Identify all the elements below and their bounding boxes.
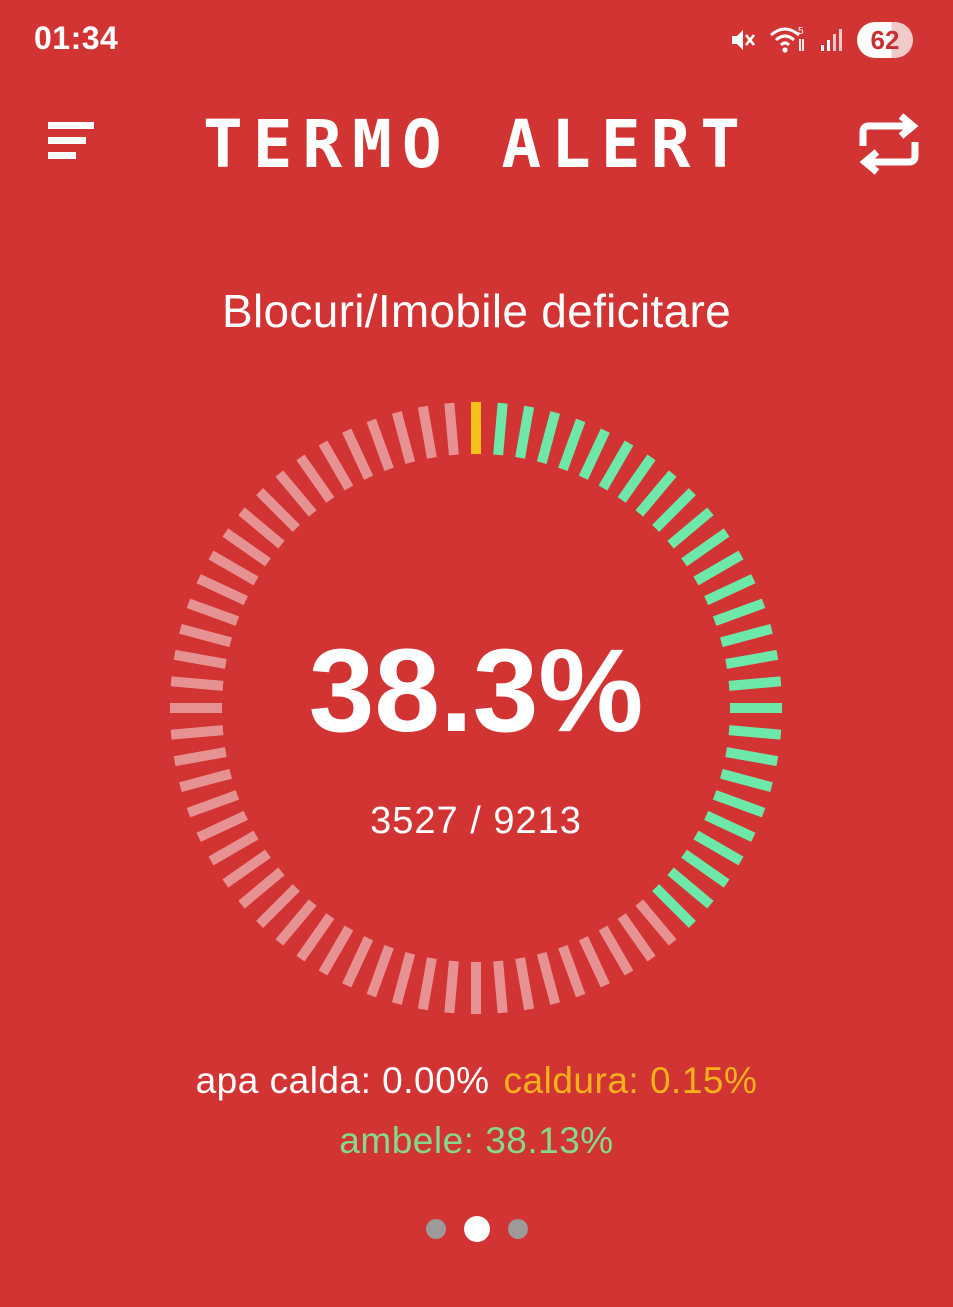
gauge-tick-inactive	[417, 957, 437, 1011]
gauge-tick-inactive	[598, 925, 634, 976]
battery-icon: 62	[857, 22, 913, 58]
gauge-tick-active	[515, 405, 535, 459]
gauge-tick-active	[598, 440, 634, 491]
gauge-tick-inactive	[617, 913, 656, 962]
gauge-tick-inactive	[493, 960, 508, 1014]
screen: 01:34 5 62 TERMO ALERT Blocuri/Imobile d…	[0, 0, 953, 1307]
gauge-tick-active	[667, 507, 714, 549]
gauge-percent: 38.3%	[308, 625, 644, 757]
page-indicator	[0, 1216, 953, 1242]
gauge-tick-inactive	[318, 925, 354, 976]
stat-both: ambele: 38.13%	[339, 1120, 614, 1161]
gauge-tick-active	[617, 454, 656, 503]
stats-line-2: ambele: 38.13%	[0, 1120, 953, 1162]
status-bar: 01:34 5 62	[0, 0, 953, 80]
gauge-tick-active	[693, 550, 744, 586]
gauge-tick-inactive	[391, 411, 416, 464]
gauge-tick-active	[536, 411, 561, 464]
gauge-tick-inactive	[275, 899, 317, 946]
page-dot[interactable]	[425, 1219, 446, 1239]
gauge-tick-inactive	[444, 402, 459, 456]
stat-heating: caldura: 0.15%	[503, 1060, 758, 1101]
gauge-tick-inactive	[296, 454, 335, 503]
wifi-icon: 5	[769, 25, 807, 55]
gauge-tick-inactive	[391, 952, 416, 1005]
stat-hot-water: apa calda: 0.00%	[195, 1060, 490, 1101]
stats-line-1: apa calda: 0.00% caldura: 0.15%	[0, 1060, 953, 1102]
gauge-tick-inactive	[238, 867, 285, 909]
section-title: Blocuri/Imobile deficitare	[222, 285, 731, 337]
app-bar: TERMO ALERT	[0, 100, 953, 190]
gauge-tick-inactive	[558, 944, 586, 998]
page-dot[interactable]	[507, 1219, 528, 1239]
gauge-tick-active	[635, 470, 677, 517]
gauge-tick-inactive	[318, 440, 354, 491]
progress-gauge: 38.3% 3527 / 9213	[166, 398, 786, 1018]
gauge-tick-inactive	[342, 936, 374, 988]
gauge-tick-inactive	[208, 550, 259, 586]
gauge-tick-inactive	[256, 884, 300, 928]
gauge-tick-active	[652, 884, 696, 928]
gauge-tick-inactive	[342, 428, 374, 480]
gauge-tick-inactive	[238, 507, 285, 549]
gauge-tick-inactive	[444, 960, 459, 1014]
svg-text:5: 5	[798, 26, 804, 37]
gauge-tick-active	[681, 849, 730, 888]
gauge-tick-active	[704, 574, 756, 606]
page-dot[interactable]	[463, 1216, 490, 1242]
gauge-tick-active	[493, 402, 508, 456]
gauge-tick-active	[652, 488, 696, 532]
mute-icon	[729, 26, 757, 54]
gauge-tick-active	[667, 867, 714, 909]
status-icons: 5 62	[729, 20, 913, 60]
gauge-tick-inactive	[186, 598, 240, 626]
refresh-icon[interactable]	[857, 110, 921, 178]
gauge-tick-inactive	[578, 936, 610, 988]
gauge-tick-inactive	[536, 952, 561, 1005]
gauge-tick-inactive	[296, 913, 335, 962]
gauge-tick-active	[558, 418, 586, 472]
gauge-tick-inactive	[417, 405, 437, 459]
gauge-tick-active	[578, 428, 610, 480]
gauge-tick-inactive	[515, 957, 535, 1011]
gauge-tick-inactive	[196, 574, 248, 606]
gauge-tick-inactive	[179, 768, 232, 793]
signal-icon	[819, 27, 845, 53]
gauge-tick-inactive	[222, 849, 271, 888]
gauge-tick-inactive	[222, 528, 271, 567]
gauge-tick-inactive	[366, 418, 394, 472]
gauge-tick-inactive	[256, 488, 300, 532]
app-title: TERMO ALERT	[202, 106, 751, 183]
gauge-tick-active	[712, 598, 766, 626]
gauge-tick-inactive	[275, 470, 317, 517]
gauge-count: 3527 / 9213	[370, 800, 582, 842]
gauge-tick-inactive	[366, 944, 394, 998]
gauge-tick-active	[720, 768, 773, 793]
status-time: 01:34	[34, 20, 119, 56]
gauge-tick-inactive	[635, 899, 677, 946]
gauge-tick-active	[681, 528, 730, 567]
